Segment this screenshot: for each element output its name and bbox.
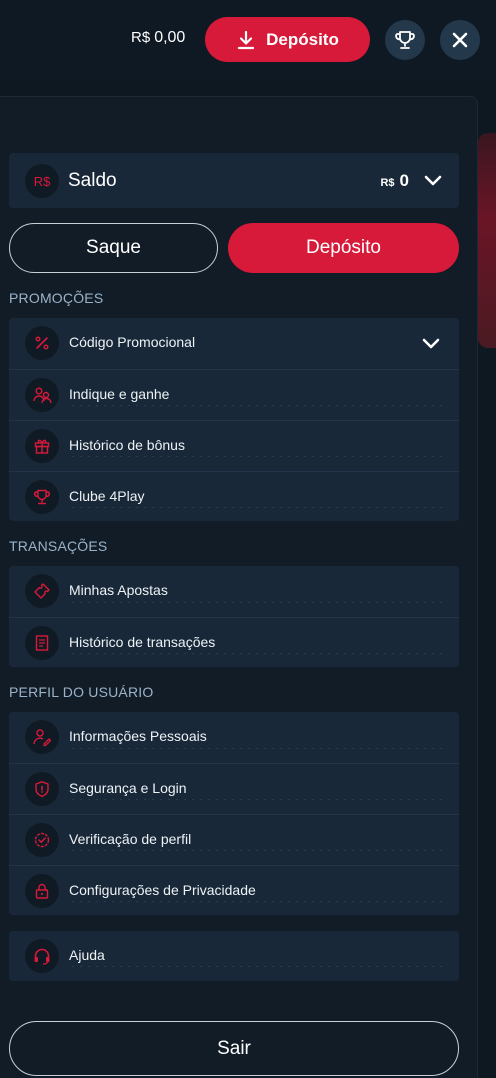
logout-button[interactable]: Sair	[9, 1021, 459, 1076]
currency-icon-text: R$	[33, 173, 51, 189]
gift-icon	[25, 429, 59, 463]
section-title-perfil: PERFIL DO USUÁRIO	[9, 684, 154, 700]
ajuda-card: Ajuda	[9, 931, 459, 981]
menu-item-label: Histórico de bônus	[69, 437, 185, 453]
saldo-currency: R$	[380, 177, 395, 189]
dotted-divider	[69, 602, 443, 603]
chevron-down-icon[interactable]	[423, 171, 443, 191]
ticket-icon	[25, 574, 59, 608]
dotted-divider	[69, 507, 443, 508]
header-balance-value: 0,00	[154, 29, 186, 46]
menu-item-minhas-apostas[interactable]: Minhas Apostas	[9, 566, 459, 617]
headset-icon	[25, 939, 59, 973]
menu-item-historico-de-transacoes[interactable]: Histórico de transações	[9, 617, 459, 668]
transacoes-list: Minhas Apostas Histórico de transações	[9, 566, 459, 667]
user-edit-icon	[25, 720, 59, 754]
perfil-list: Informações Pessoais Segurança e Login V…	[9, 712, 459, 915]
trophy-button[interactable]	[385, 20, 425, 60]
currency-icon: R$	[25, 164, 59, 198]
receipt-icon	[25, 626, 59, 660]
background-strip	[478, 133, 496, 348]
menu-item-label: Código Promocional	[69, 334, 196, 350]
download-icon	[238, 30, 255, 49]
menu-item-indique-e-ganhe[interactable]: Indique e ganhe	[9, 369, 459, 420]
menu-item-clube-4play[interactable]: Clube 4Play	[9, 471, 459, 522]
menu-item-codigo-promocional[interactable]: Código Promocional	[9, 318, 459, 369]
menu-item-ajuda[interactable]: Ajuda	[9, 931, 459, 981]
shield-icon	[25, 772, 59, 806]
dotted-divider	[69, 966, 443, 967]
menu-item-label: Ajuda	[69, 947, 105, 963]
saldo-amount: 0	[399, 171, 409, 190]
dotted-divider	[69, 799, 443, 800]
menu-item-label: Segurança e Login	[69, 780, 187, 796]
promocoes-list: Código Promocional Indique e ganhe Histó…	[9, 318, 459, 521]
menu-item-label: Configurações de Privacidade	[69, 882, 256, 898]
dotted-divider	[69, 653, 443, 654]
deposito-button[interactable]: Depósito	[228, 223, 459, 273]
saldo-label: Saldo	[68, 170, 117, 191]
dotted-divider	[69, 901, 443, 902]
lock-icon	[25, 874, 59, 908]
percent-icon	[25, 326, 59, 360]
dotted-divider	[69, 456, 443, 457]
header-deposit-button[interactable]: Depósito	[205, 17, 370, 62]
verified-icon	[25, 823, 59, 857]
close-button[interactable]	[440, 20, 480, 60]
menu-item-label: Verificação de perfil	[69, 831, 192, 847]
dotted-divider	[69, 850, 443, 851]
menu-item-label: Informações Pessoais	[69, 728, 207, 744]
dotted-divider	[69, 748, 443, 749]
saque-button[interactable]: Saque	[9, 223, 218, 273]
trophy-icon	[395, 31, 415, 49]
menu-item-label: Clube 4Play	[69, 488, 145, 504]
saldo-card[interactable]: R$ Saldo R$ 0	[9, 153, 459, 208]
menu-item-historico-de-bonus[interactable]: Histórico de bônus	[9, 420, 459, 471]
users-icon	[25, 378, 59, 412]
close-icon	[452, 32, 468, 48]
menu-item-informacoes-pessoais[interactable]: Informações Pessoais	[9, 712, 459, 763]
section-title-promocoes: PROMOÇÕES	[9, 290, 104, 306]
saldo-value: R$ 0	[380, 171, 409, 191]
header-balance: R$ 0,00	[131, 29, 185, 51]
menu-item-verificacao-de-perfil[interactable]: Verificação de perfil	[9, 814, 459, 865]
menu-item-label: Minhas Apostas	[69, 582, 168, 598]
top-bar: R$ 0,00 Depósito	[0, 0, 496, 80]
menu-item-label: Indique e ganhe	[69, 386, 170, 402]
dotted-divider	[69, 405, 443, 406]
trophy-icon	[25, 480, 59, 514]
header-currency: R$	[131, 29, 151, 46]
chevron-down-icon[interactable]	[421, 334, 441, 354]
menu-item-configuracoes-de-privacidade[interactable]: Configurações de Privacidade	[9, 865, 459, 916]
menu-item-label: Histórico de transações	[69, 634, 216, 650]
section-title-transacoes: TRANSAÇÕES	[9, 538, 108, 554]
menu-item-seguranca-e-login[interactable]: Segurança e Login	[9, 763, 459, 814]
header-deposit-label: Depósito	[266, 29, 339, 49]
